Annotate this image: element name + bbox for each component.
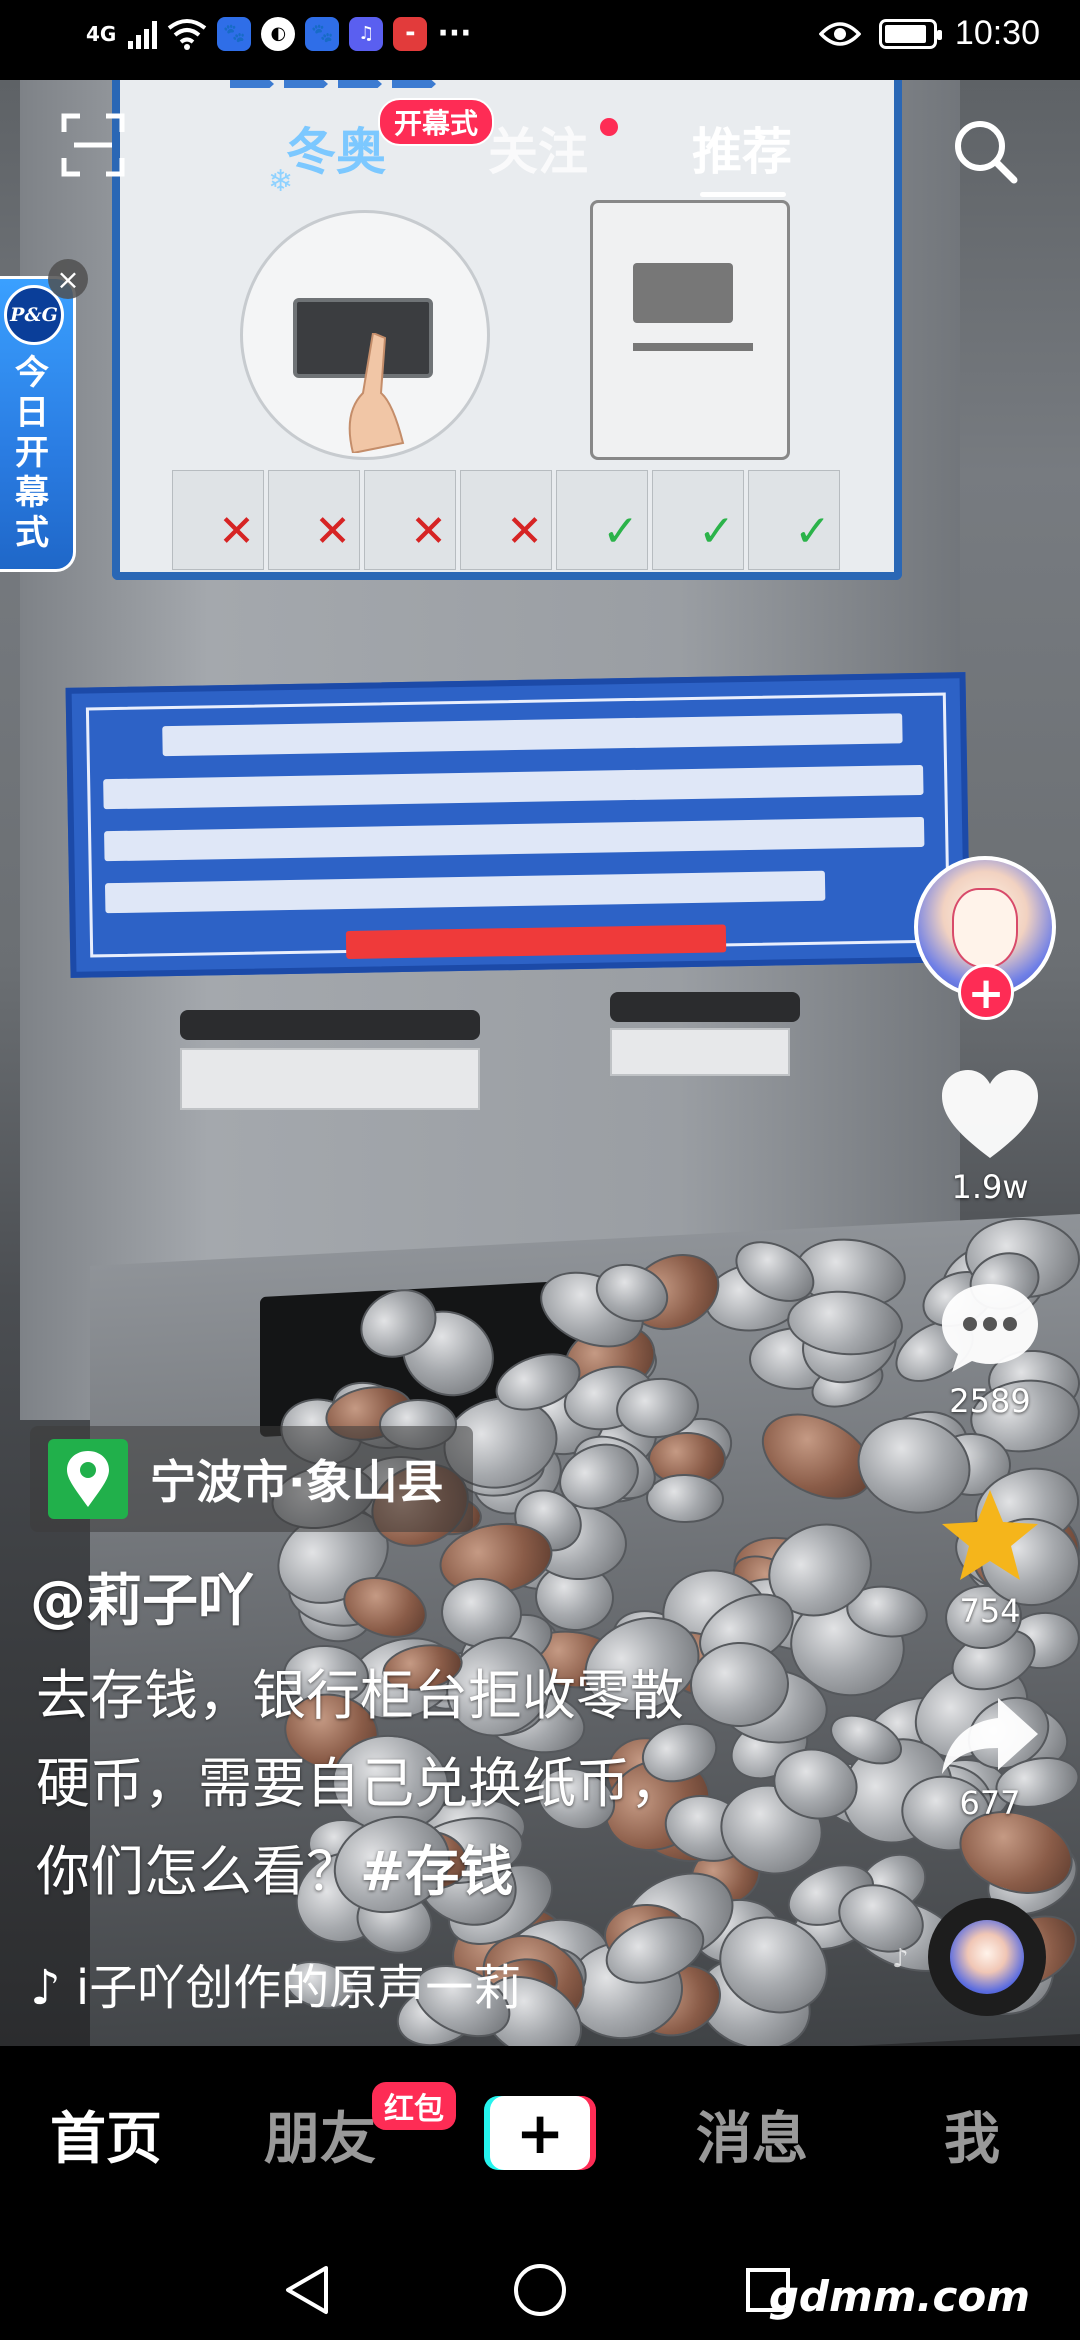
- kiosk-diagram: [240, 210, 490, 460]
- share-icon: [942, 1698, 1038, 1774]
- description-line: 硬币，需要自己兑换纸币，: [36, 1752, 684, 1815]
- top-tabs: 冬奥 ❄ 开幕式 关注 推荐: [0, 98, 1080, 199]
- music-label: i子吖创作的原声一莉: [75, 1960, 522, 2016]
- location-tag[interactable]: 宁波市·象山县: [30, 1426, 474, 1532]
- tab-following[interactable]: 关注: [488, 112, 588, 184]
- description-line: 去存钱，银行柜台拒收零散: [36, 1664, 684, 1727]
- tab-underline: [700, 192, 786, 197]
- nav-friends[interactable]: 朋友: [264, 2094, 376, 2175]
- comment-count: 2589: [949, 1382, 1031, 1420]
- following-dot: [600, 118, 618, 136]
- more-notifications: ···: [437, 16, 472, 51]
- heart-icon: [942, 1070, 1038, 1158]
- opening-ceremony-badge: 开幕式: [378, 98, 495, 146]
- bottom-nav: 首页 朋友 红包 + 消息 我: [0, 2046, 1080, 2236]
- machine-notice-panel: [65, 672, 971, 978]
- comment-button[interactable]: 2589: [920, 1280, 1060, 1420]
- kiosk-machine-graphic: [590, 200, 790, 460]
- clock: 10:30: [954, 14, 1040, 52]
- baidu-icon: 🐾: [305, 16, 340, 51]
- favorite-count: 754: [959, 1592, 1021, 1630]
- back-icon[interactable]: [282, 2264, 332, 2316]
- follow-button[interactable]: +: [958, 964, 1014, 1020]
- search-icon[interactable]: [950, 116, 1020, 186]
- pg-ad-text: 今日开幕式: [15, 353, 49, 553]
- description-text: 你们怎么看？: [36, 1840, 360, 1903]
- create-button[interactable]: +: [484, 2096, 596, 2170]
- home-icon[interactable]: [512, 2262, 568, 2318]
- tab-recommend[interactable]: 推荐: [692, 112, 792, 184]
- video-description: 去存钱，银行柜台拒收零散 硬币，需要自己兑换纸币， 你们怎么看？#存钱: [36, 1652, 796, 1916]
- nav-messages[interactable]: 消息: [696, 2094, 808, 2175]
- comment-icon: [942, 1284, 1038, 1372]
- share-button[interactable]: 677: [920, 1694, 1060, 1822]
- hand-graphic: [348, 333, 405, 453]
- coin-rule-icons: [172, 470, 840, 570]
- voucher-plate: [180, 1048, 480, 1110]
- battery-level: [884, 24, 926, 43]
- close-icon[interactable]: ×: [48, 259, 88, 299]
- watermark: gdmm.com: [768, 2272, 1030, 2321]
- system-nav-bar: gdmm.com: [0, 2236, 1080, 2340]
- nav-me[interactable]: 我: [944, 2094, 1000, 2175]
- nav-home[interactable]: 首页: [50, 2094, 162, 2175]
- voucher-slot: [180, 1010, 480, 1040]
- music-disc-cover: [950, 1920, 1024, 1994]
- music-title[interactable]: ♪ i子吖创作的原声一莉: [30, 1948, 570, 2018]
- like-count: 1.9w: [951, 1168, 1029, 1206]
- avatar-face: [952, 888, 1018, 968]
- baidu-icon: 🐾: [217, 16, 252, 51]
- snowflake-icon: ❄: [268, 164, 294, 199]
- wifi-icon: [168, 18, 207, 50]
- card-plate: [610, 1028, 790, 1076]
- tab-winter-olympics[interactable]: 冬奥: [286, 112, 386, 184]
- plus-icon: +: [490, 2096, 590, 2170]
- status-left: 4G 🐾 ◐ 🐾 ♫ ▬ ···: [86, 16, 472, 51]
- battery-icon: [878, 18, 942, 49]
- location-pin-icon: [48, 1439, 128, 1519]
- favorite-button[interactable]: 754: [920, 1486, 1060, 1630]
- network-type: 4G: [86, 21, 117, 46]
- music-note-float-icon: ♪: [892, 1944, 909, 1974]
- author-name[interactable]: @莉子吖: [30, 1556, 254, 1637]
- signal-icon: [128, 19, 158, 49]
- music-disc[interactable]: [928, 1898, 1046, 2016]
- pg-ad-banner[interactable]: P&G 今日开幕式 ×: [0, 259, 88, 572]
- location-label: 宁波市·象山县: [150, 1455, 444, 1509]
- star-icon: [942, 1490, 1038, 1580]
- screen: 4G 🐾 ◐ 🐾 ♫ ▬ ··· 10:30 ✕ ✕ ✕ ✕ ✓ ✓ ✓ 冬奥 …: [0, 0, 1080, 2340]
- like-button[interactable]: 1.9w: [920, 1068, 1060, 1206]
- music-icon: ♫: [349, 16, 384, 51]
- red-packet-badge: 红包: [372, 2082, 456, 2130]
- hashtag-link[interactable]: #存钱: [360, 1840, 513, 1903]
- status-bar: 4G 🐾 ◐ 🐾 ♫ ▬ ··· 10:30: [0, 0, 1080, 80]
- description-line: 你们怎么看？#存钱: [36, 1828, 796, 1916]
- compass-icon: ◐: [261, 16, 296, 51]
- card-slot: [610, 992, 800, 1022]
- eye-icon: [818, 21, 861, 46]
- kiosk-frame: [20, 80, 971, 1420]
- status-right: 10:30: [818, 14, 1040, 53]
- music-note-icon: ♪: [30, 1960, 61, 2016]
- huawei-icon: ▬: [393, 16, 428, 51]
- kiosk-steps: [230, 80, 436, 88]
- share-count: 677: [959, 1784, 1021, 1822]
